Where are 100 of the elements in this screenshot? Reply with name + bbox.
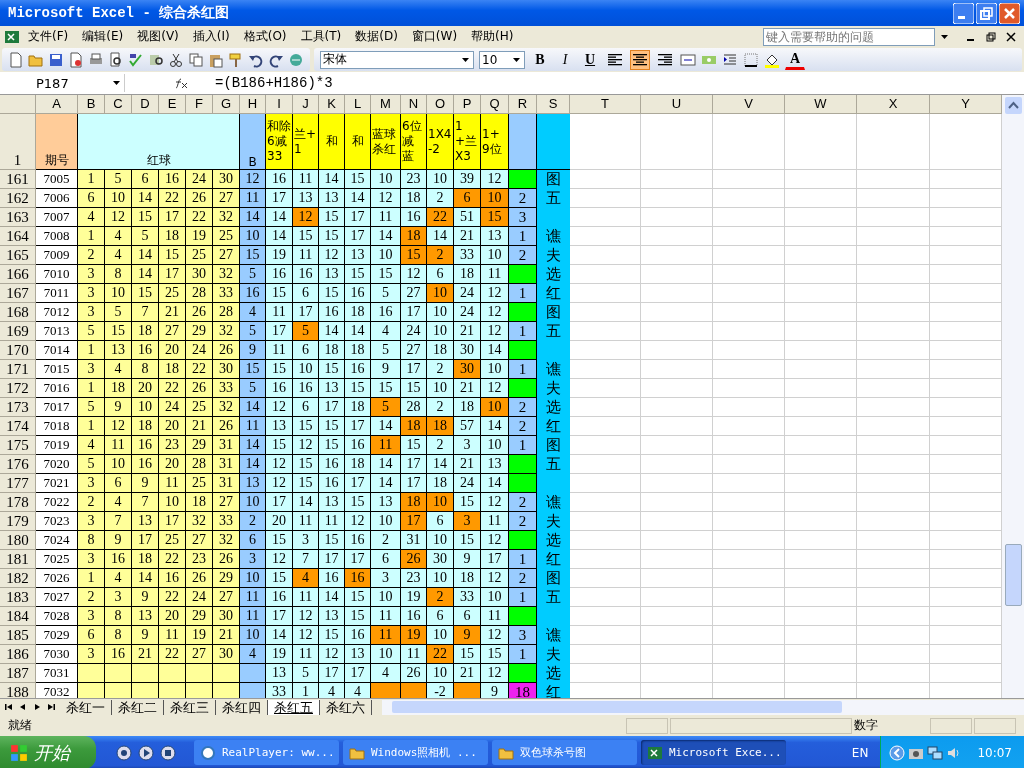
- font-dropdown[interactable]: 宋体: [320, 50, 474, 69]
- scroll-thumb[interactable]: [1004, 544, 1022, 606]
- media-player-icon[interactable]: [138, 744, 154, 761]
- row-number[interactable]: 1: [0, 114, 36, 170]
- column-header[interactable]: E: [159, 95, 186, 114]
- row-number[interactable]: 182: [0, 569, 36, 588]
- row-number[interactable]: 166: [0, 265, 36, 284]
- scroll-up-icon[interactable]: [1004, 97, 1022, 114]
- font-size-dropdown[interactable]: 10: [479, 50, 525, 69]
- network-icon[interactable]: [927, 744, 944, 761]
- row-number[interactable]: 184: [0, 607, 36, 626]
- save-icon[interactable]: [48, 51, 64, 68]
- row-number[interactable]: 188: [0, 683, 36, 698]
- first-sheet-icon[interactable]: [4, 702, 14, 712]
- caret-icon[interactable]: [462, 57, 469, 62]
- row-number[interactable]: 169: [0, 322, 36, 341]
- horizontal-scrollbar[interactable]: [382, 699, 1024, 715]
- column-header[interactable]: T: [570, 95, 641, 114]
- row-number[interactable]: 163: [0, 208, 36, 227]
- menu-item[interactable]: 文件(F): [22, 28, 75, 45]
- column-header[interactable]: M: [371, 95, 401, 114]
- excel-icon[interactable]: [647, 744, 663, 761]
- show-icons-icon[interactable]: [889, 744, 906, 761]
- row-number[interactable]: 177: [0, 474, 36, 493]
- row-number[interactable]: 176: [0, 455, 36, 474]
- row-number[interactable]: 171: [0, 360, 36, 379]
- sheet-tab[interactable]: 杀红五: [268, 699, 320, 715]
- column-header[interactable]: S: [537, 95, 570, 114]
- formula-field[interactable]: =(B186+H186)*3: [215, 75, 333, 91]
- excel-icon[interactable]: [4, 28, 20, 45]
- scroll-thumb[interactable]: [392, 701, 842, 713]
- row-number[interactable]: 178: [0, 493, 36, 512]
- indent-icon[interactable]: [722, 51, 738, 68]
- language-indicator[interactable]: EN: [843, 745, 877, 760]
- row-number[interactable]: 187: [0, 664, 36, 683]
- browser-icon[interactable]: [116, 744, 132, 761]
- row-number[interactable]: 186: [0, 645, 36, 664]
- column-header[interactable]: W: [785, 95, 857, 114]
- menu-item[interactable]: 帮助(H): [465, 28, 520, 45]
- align-center-button[interactable]: [630, 49, 650, 70]
- row-number[interactable]: 172: [0, 379, 36, 398]
- taskbar-button[interactable]: Microsoft Exce...: [641, 740, 786, 765]
- prev-sheet-icon[interactable]: [18, 702, 28, 712]
- column-header[interactable]: I: [266, 95, 293, 114]
- column-header[interactable]: A: [36, 95, 78, 114]
- caret-icon[interactable]: [941, 34, 948, 39]
- column-header[interactable]: H: [240, 95, 266, 114]
- messenger-icon[interactable]: [160, 744, 176, 761]
- help-search-field[interactable]: 键入需要帮助的问题: [763, 27, 935, 46]
- permission-icon[interactable]: [68, 51, 84, 68]
- menu-item[interactable]: 格式(O): [237, 28, 293, 45]
- vertical-scrollbar[interactable]: [1002, 95, 1024, 698]
- row-number[interactable]: 164: [0, 227, 36, 246]
- row-number[interactable]: 168: [0, 303, 36, 322]
- column-header[interactable]: P: [454, 95, 481, 114]
- merge-center-icon[interactable]: [680, 51, 696, 68]
- format-painter-icon[interactable]: [228, 51, 244, 68]
- column-header[interactable]: D: [132, 95, 159, 114]
- name-box[interactable]: P187: [0, 74, 125, 92]
- column-header[interactable]: U: [641, 95, 713, 114]
- menu-item[interactable]: 插入(I): [186, 28, 236, 45]
- menu-item[interactable]: 数据(D): [349, 28, 404, 45]
- column-header[interactable]: O: [427, 95, 454, 114]
- row-number[interactable]: 179: [0, 512, 36, 531]
- menu-item[interactable]: 工具(T): [294, 28, 348, 45]
- italic-button[interactable]: I: [555, 49, 575, 70]
- row-number[interactable]: 185: [0, 626, 36, 645]
- row-number[interactable]: 180: [0, 531, 36, 550]
- function-icon[interactable]: [173, 77, 189, 89]
- caret-icon[interactable]: [113, 81, 120, 85]
- cut-icon[interactable]: [168, 51, 184, 68]
- column-header[interactable]: R: [509, 95, 537, 114]
- close-icon[interactable]: [1006, 31, 1016, 42]
- next-sheet-icon[interactable]: [32, 702, 42, 712]
- caret-icon[interactable]: [513, 57, 520, 62]
- print-preview-icon[interactable]: [108, 51, 124, 68]
- row-number[interactable]: 181: [0, 550, 36, 569]
- row-number[interactable]: 183: [0, 588, 36, 607]
- column-header[interactable]: V: [713, 95, 785, 114]
- row-number[interactable]: 162: [0, 189, 36, 208]
- row-number[interactable]: 167: [0, 284, 36, 303]
- column-header[interactable]: L: [345, 95, 371, 114]
- restore-icon[interactable]: [976, 2, 997, 24]
- column-header[interactable]: N: [401, 95, 427, 114]
- column-header[interactable]: X: [857, 95, 930, 114]
- row-number[interactable]: 165: [0, 246, 36, 265]
- column-header[interactable]: G: [213, 95, 240, 114]
- taskbar-button[interactable]: Windows照相机 ...: [343, 740, 488, 765]
- column-header[interactable]: Q: [481, 95, 509, 114]
- column-header[interactable]: Y: [930, 95, 1002, 114]
- row-number[interactable]: 174: [0, 417, 36, 436]
- taskbar-button[interactable]: 双色球杀号图: [492, 740, 637, 765]
- column-header[interactable]: K: [319, 95, 345, 114]
- column-header[interactable]: B: [78, 95, 105, 114]
- start-button[interactable]: 开始: [0, 736, 96, 768]
- row-number[interactable]: 175: [0, 436, 36, 455]
- borders-icon[interactable]: [743, 51, 759, 68]
- column-header[interactable]: C: [105, 95, 132, 114]
- bold-button[interactable]: B: [530, 49, 550, 70]
- spelling-icon[interactable]: [128, 51, 144, 68]
